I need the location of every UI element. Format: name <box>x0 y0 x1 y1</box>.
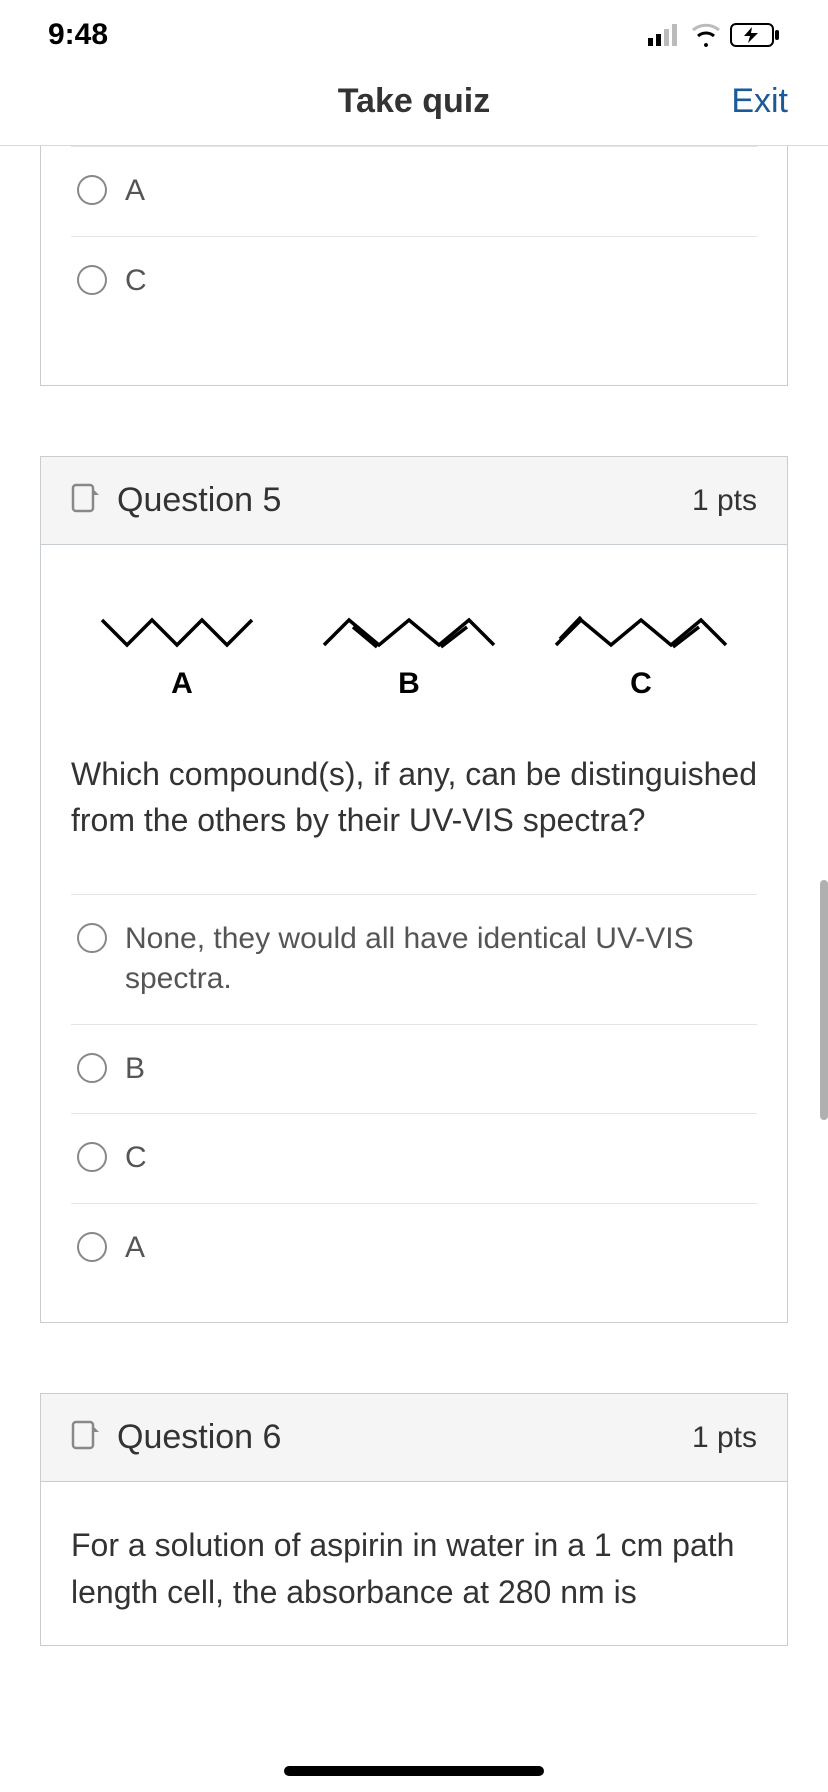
flag-icon[interactable] <box>71 483 101 519</box>
question-card-prev: A C <box>40 146 788 386</box>
option-label: A <box>125 1228 145 1269</box>
question-body: For a solution of aspirin in water in a … <box>41 1482 787 1615</box>
scrollbar-thumb[interactable] <box>820 880 828 1120</box>
home-indicator[interactable] <box>284 1766 544 1776</box>
exit-button[interactable]: Exit <box>731 82 788 121</box>
battery-icon <box>730 23 780 47</box>
question-text: Which compound(s), if any, can be distin… <box>71 751 757 844</box>
radio-icon <box>77 923 107 953</box>
question-points: 1 pts <box>692 484 757 518</box>
question-title: Question 5 <box>117 481 281 520</box>
status-icons <box>648 23 780 47</box>
radio-icon <box>77 265 107 295</box>
page-title: Take quiz <box>338 82 490 121</box>
radio-icon <box>77 1142 107 1172</box>
radio-icon <box>77 1053 107 1083</box>
option-row[interactable]: None, they would all have identical UV-V… <box>71 894 757 1024</box>
compound-label: B <box>319 667 499 701</box>
question-header: Question 5 1 pts <box>41 457 787 545</box>
radio-icon <box>77 175 107 205</box>
compound-b: B <box>319 605 499 701</box>
question-points: 1 pts <box>692 1421 757 1455</box>
option-label: None, they would all have identical UV-V… <box>125 919 751 1000</box>
option-label: C <box>125 261 147 302</box>
question-card-5: Question 5 1 pts A B <box>40 456 788 1323</box>
status-bar: 9:48 <box>0 0 828 62</box>
option-label: B <box>125 1049 145 1090</box>
question-card-6: Question 6 1 pts For a solution of aspir… <box>40 1393 788 1646</box>
question-header: Question 6 1 pts <box>41 1394 787 1482</box>
option-label: C <box>125 1138 147 1179</box>
signal-icon <box>648 24 682 46</box>
compound-c: C <box>551 605 731 701</box>
option-row[interactable]: C <box>71 236 757 326</box>
question-body: A B C <box>41 545 787 894</box>
compound-a: A <box>97 605 267 701</box>
wifi-icon <box>690 23 722 47</box>
radio-icon <box>77 1232 107 1262</box>
option-row[interactable]: A <box>71 146 757 236</box>
question-title: Question 6 <box>117 1418 281 1457</box>
flag-icon[interactable] <box>71 1420 101 1456</box>
option-row[interactable]: B <box>71 1024 757 1114</box>
compound-structures: A B C <box>71 585 757 731</box>
option-label: A <box>125 171 145 212</box>
option-row[interactable]: A <box>71 1203 757 1293</box>
option-row[interactable]: C <box>71 1113 757 1203</box>
compound-label: A <box>97 667 267 701</box>
nav-bar: Take quiz Exit <box>0 62 828 146</box>
compound-label: C <box>551 667 731 701</box>
status-time: 9:48 <box>48 18 108 52</box>
question-text: For a solution of aspirin in water in a … <box>71 1522 757 1615</box>
